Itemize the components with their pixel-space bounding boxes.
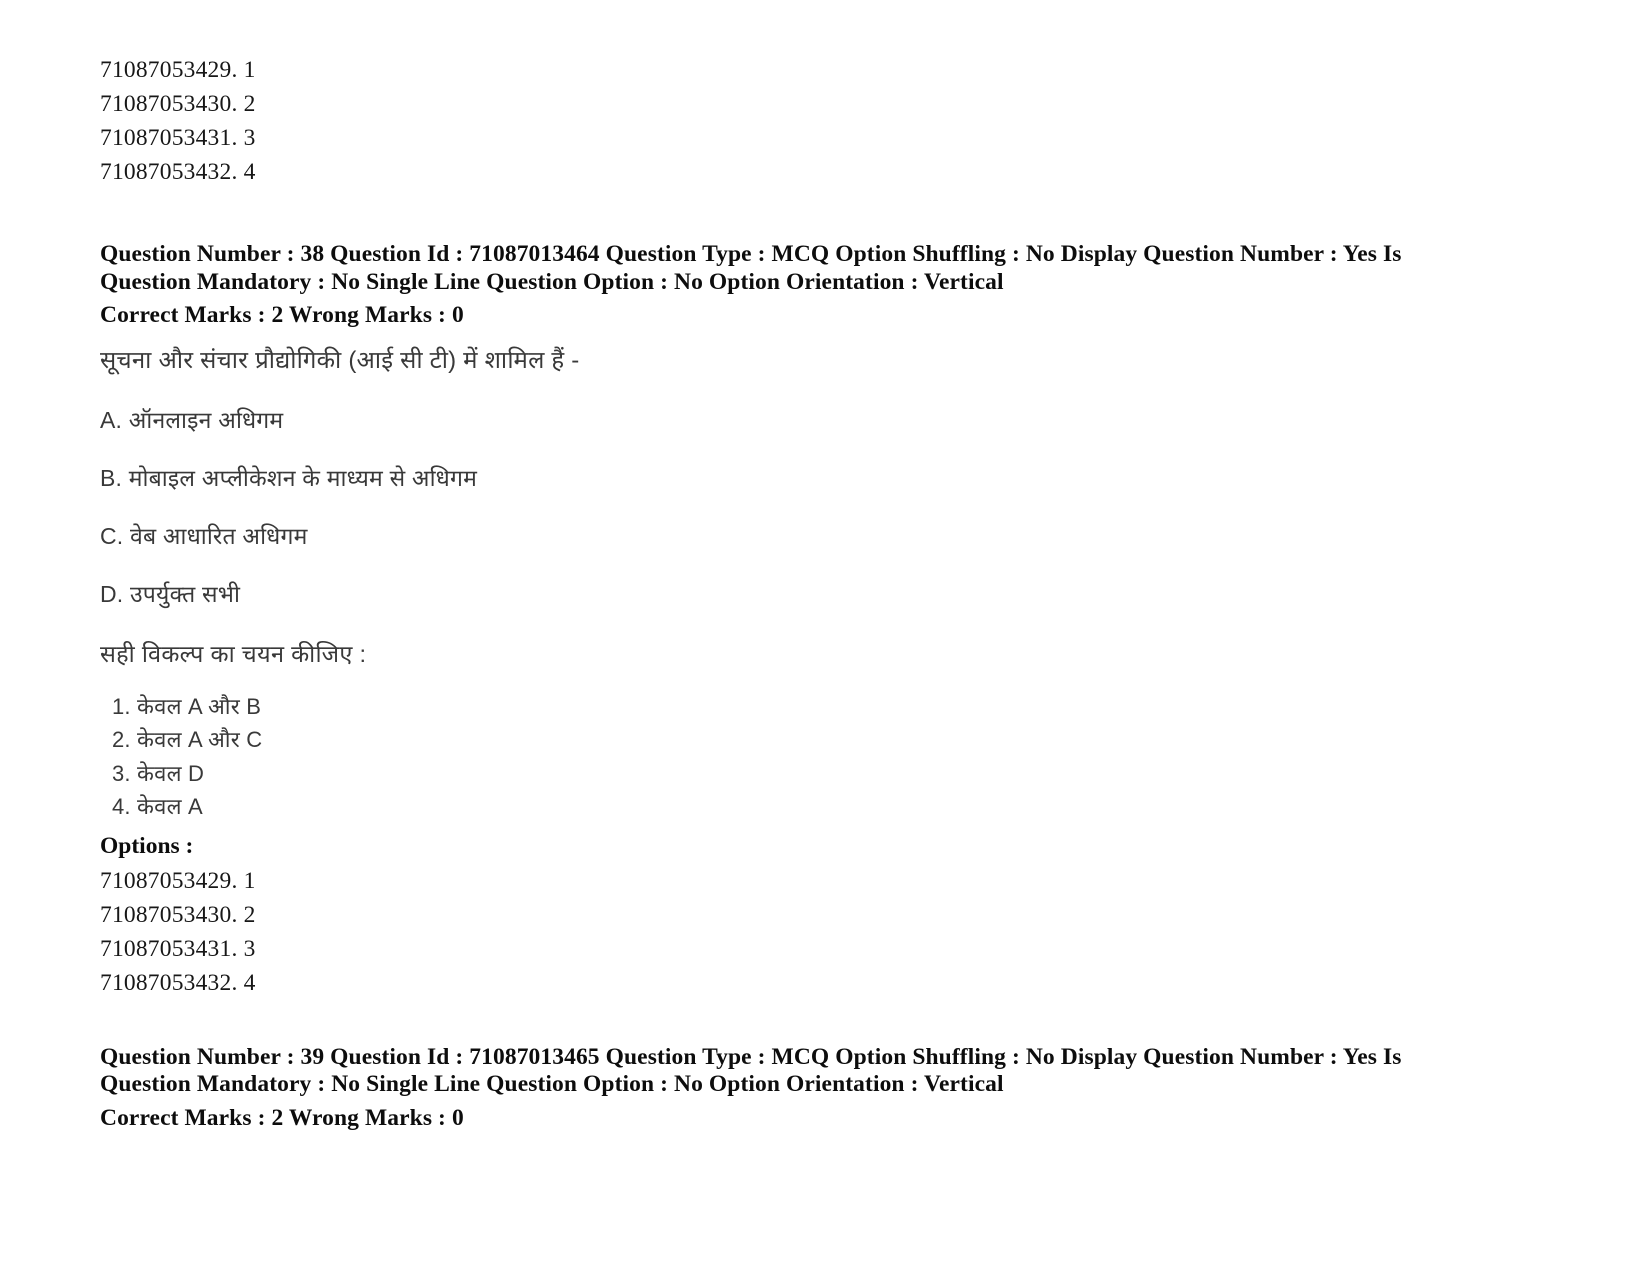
question-alternative-a: A. ऑनलाइन अधिगम <box>100 406 284 433</box>
option-id-line: 71087053429. 1 <box>100 867 256 894</box>
option-id-line: 71087053430. 2 <box>100 901 256 928</box>
document-page: 71087053429. 1 71087053430. 2 7108705343… <box>0 0 1650 1275</box>
question-marks-38: Correct Marks : 2 Wrong Marks : 0 <box>100 302 464 328</box>
option-id-line: 71087053431. 3 <box>100 125 256 151</box>
option-id-line: 71087053430. 2 <box>100 91 256 117</box>
answer-choice-2[interactable]: 2. केवल A और C <box>112 723 1550 757</box>
previous-question-option-ids: 71087053429. 1 71087053430. 2 7108705343… <box>100 53 1550 189</box>
question-alternative-d: D. उपर्युक्त सभी <box>100 580 241 607</box>
option-id-line: 71087053429. 1 <box>100 57 256 83</box>
answer-choice-list-38: 1. केवल A और B 2. केवल A और C 3. केवल D … <box>100 690 1550 824</box>
question-metadata-line-2: Question Mandatory : No Single Line Ques… <box>100 1071 1004 1097</box>
question-alternative-c: C. वेब आधारित अधिगम <box>100 522 308 549</box>
select-correct-option-instruction: सही विकल्प का चयन कीजिए : <box>100 640 367 667</box>
option-id-line: 71087053431. 3 <box>100 935 256 962</box>
question-block-38: Question Number : 38 Question Id : 71087… <box>100 241 1550 1000</box>
question-metadata-38: Question Number : 38 Question Id : 71087… <box>100 241 1425 296</box>
question-block-39: Question Number : 39 Question Id : 71087… <box>100 1044 1550 1133</box>
option-id-line: 71087053432. 4 <box>100 969 256 996</box>
question-metadata-39: Question Number : 39 Question Id : 71087… <box>100 1044 1425 1099</box>
option-ids-38: 71087053429. 1 71087053430. 2 7108705343… <box>100 864 1550 1000</box>
answer-choice-4[interactable]: 4. केवल A <box>112 790 1550 824</box>
answer-choice-3[interactable]: 3. केवल D <box>112 757 1550 791</box>
question-metadata-line-1: Question Number : 38 Question Id : 71087… <box>100 241 1402 267</box>
question-marks-39: Correct Marks : 2 Wrong Marks : 0 <box>100 1104 464 1131</box>
question-stem-38: सूचना और संचार प्रौद्योगिकी (आई सी टी) म… <box>100 346 580 374</box>
question-metadata-line-2: Question Mandatory : No Single Line Ques… <box>100 268 1004 295</box>
question-alternative-b: B. मोबाइल अप्लीकेशन के माध्यम से अधिगम <box>100 464 478 491</box>
answer-choice-1[interactable]: 1. केवल A और B <box>112 690 1550 724</box>
question-metadata-line-1: Question Number : 39 Question Id : 71087… <box>100 1043 1402 1070</box>
options-label-38: Options : <box>100 832 194 859</box>
option-id-line: 71087053432. 4 <box>100 159 256 185</box>
